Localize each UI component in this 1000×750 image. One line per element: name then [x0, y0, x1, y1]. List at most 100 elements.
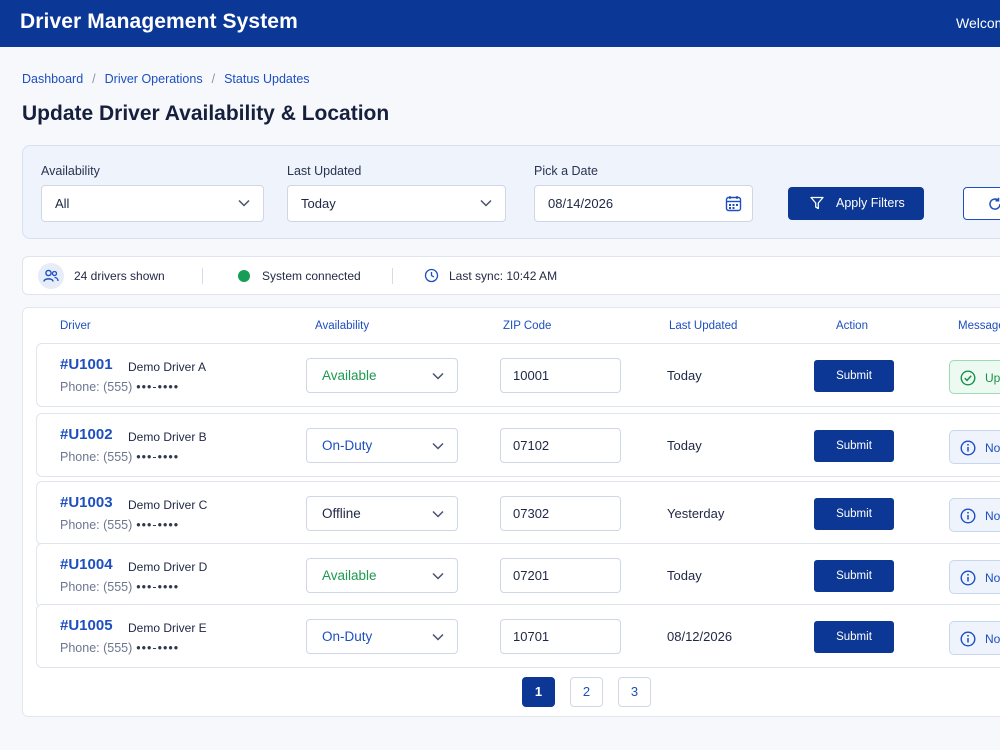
zip-code-input[interactable]	[500, 558, 621, 593]
phone-label: Phone: (555)	[60, 450, 133, 464]
last-updated-value: 08/12/2026	[667, 629, 733, 644]
connection-status-dot	[238, 270, 250, 282]
zip-code-input[interactable]	[500, 358, 621, 393]
zip-code-input[interactable]	[500, 619, 621, 654]
drivers-table: Driver Availability ZIP Code Last Update…	[22, 307, 1000, 717]
breadcrumb-status-updates[interactable]: Status Updates	[224, 72, 309, 86]
last-updated-filter-label: Last Updated	[287, 164, 362, 178]
availability-filter-select[interactable]: All	[41, 185, 264, 222]
chevron-down-icon	[432, 633, 444, 641]
last-updated-value: Today	[667, 438, 702, 453]
page-1-button[interactable]: 1	[522, 677, 555, 707]
submit-button[interactable]: Submit	[814, 621, 894, 653]
table-row: #U1001 Demo Driver A Phone: (555) •••-•••…	[36, 343, 1000, 407]
availability-select[interactable]: On-Duty	[306, 428, 458, 463]
table-row: #U1005 Demo Driver E Phone: (555) •••-•••…	[36, 604, 1000, 668]
message-badge: No	[949, 560, 1000, 594]
column-header-action: Action	[836, 320, 868, 332]
driver-phone: Phone: (555) •••-••••	[60, 641, 179, 655]
date-picker-input[interactable]: 08/14/2026	[534, 185, 753, 222]
apply-filters-label: Apply Filters	[836, 196, 905, 210]
submit-button[interactable]: Submit	[814, 360, 894, 392]
message-badge: No	[949, 430, 1000, 464]
driver-name: Demo Driver E	[128, 621, 207, 635]
submit-button[interactable]: Submit	[814, 560, 894, 592]
phone-mask: •••-••••	[136, 641, 180, 655]
driver-name: Demo Driver D	[128, 560, 208, 574]
phone-mask: •••-••••	[136, 518, 180, 532]
phone-label: Phone: (555)	[60, 641, 133, 655]
phone-label: Phone: (555)	[60, 380, 133, 394]
drivers-count-text: 24 drivers shown	[74, 269, 165, 283]
availability-filter-label: Availability	[41, 164, 100, 178]
info-circle-icon	[960, 440, 976, 456]
column-header-driver: Driver	[60, 320, 91, 332]
last-updated-filter-value: Today	[301, 196, 336, 211]
availability-value: Available	[322, 568, 377, 583]
column-header-message: Message	[958, 320, 1000, 332]
info-circle-icon	[960, 570, 976, 586]
date-filter-value: 08/14/2026	[548, 196, 614, 211]
column-header-availability: Availability	[315, 320, 370, 332]
zip-code-input[interactable]	[500, 496, 621, 531]
availability-select[interactable]: Available	[306, 558, 458, 593]
submit-button[interactable]: Submit	[814, 498, 894, 530]
breadcrumb: Dashboard / Driver Operations / Status Updat…	[22, 72, 310, 86]
chevron-down-icon	[432, 572, 444, 580]
date-filter-label: Pick a Date	[534, 164, 598, 178]
availability-select[interactable]: On-Duty	[306, 619, 458, 654]
driver-phone: Phone: (555) •••-••••	[60, 518, 179, 532]
chevron-down-icon	[432, 442, 444, 450]
clock-icon	[424, 268, 439, 283]
refresh-icon	[989, 197, 1000, 210]
phone-mask: •••-••••	[136, 380, 180, 394]
last-updated-value: Today	[667, 368, 702, 383]
driver-phone: Phone: (555) •••-••••	[60, 450, 179, 464]
driver-id: #U1002	[60, 426, 113, 443]
status-strip: 24 drivers shown System connected Last s…	[22, 256, 1000, 295]
driver-name: Demo Driver C	[128, 498, 208, 512]
table-row: #U1004 Demo Driver D Phone: (555) •••-•••…	[36, 543, 1000, 607]
filter-panel: Availability All Last Updated Today Pick…	[22, 145, 1000, 239]
availability-value: Offline	[322, 506, 361, 521]
last-updated-filter-select[interactable]: Today	[287, 185, 506, 222]
message-text: No	[985, 632, 1000, 646]
driver-id: #U1001	[60, 356, 113, 373]
availability-value: Available	[322, 368, 377, 383]
driver-id: #U1004	[60, 556, 113, 573]
breadcrumb-driver-operations[interactable]: Driver Operations	[105, 72, 203, 86]
driver-id: #U1003	[60, 494, 113, 511]
apply-filters-button[interactable]: Apply Filters	[788, 187, 924, 220]
driver-phone: Phone: (555) •••-••••	[60, 580, 179, 594]
phone-mask: •••-••••	[136, 450, 180, 464]
availability-select[interactable]: Offline	[306, 496, 458, 531]
divider	[392, 268, 393, 284]
calendar-icon[interactable]	[725, 195, 742, 212]
availability-filter-value: All	[55, 196, 70, 211]
page-3-button[interactable]: 3	[618, 677, 651, 707]
reset-filters-button[interactable]	[963, 187, 1000, 220]
phone-label: Phone: (555)	[60, 580, 133, 594]
phone-label: Phone: (555)	[60, 518, 133, 532]
submit-button[interactable]: Submit	[814, 430, 894, 462]
breadcrumb-separator: /	[211, 72, 216, 86]
info-circle-icon	[960, 508, 976, 524]
last-updated-value: Yesterday	[667, 506, 725, 521]
top-bar: Driver Management System Welcom	[0, 0, 1000, 47]
message-badge: No	[949, 498, 1000, 532]
page-2-button[interactable]: 2	[570, 677, 603, 707]
zip-code-input[interactable]	[500, 428, 621, 463]
breadcrumb-dashboard[interactable]: Dashboard	[22, 72, 83, 86]
driver-id: #U1005	[60, 617, 113, 634]
table-row: #U1002 Demo Driver B Phone: (555) •••-•••…	[36, 413, 1000, 477]
app-title: Driver Management System	[20, 10, 298, 33]
check-circle-icon	[960, 370, 976, 386]
filter-icon	[810, 196, 824, 210]
driver-phone: Phone: (555) •••-••••	[60, 380, 179, 394]
last-sync-text: Last sync: 10:42 AM	[449, 269, 558, 283]
chevron-down-icon	[238, 199, 250, 207]
message-text: No	[985, 571, 1000, 585]
chevron-down-icon	[432, 372, 444, 380]
availability-select[interactable]: Available	[306, 358, 458, 393]
table-row: #U1003 Demo Driver C Phone: (555) •••-•••…	[36, 481, 1000, 545]
